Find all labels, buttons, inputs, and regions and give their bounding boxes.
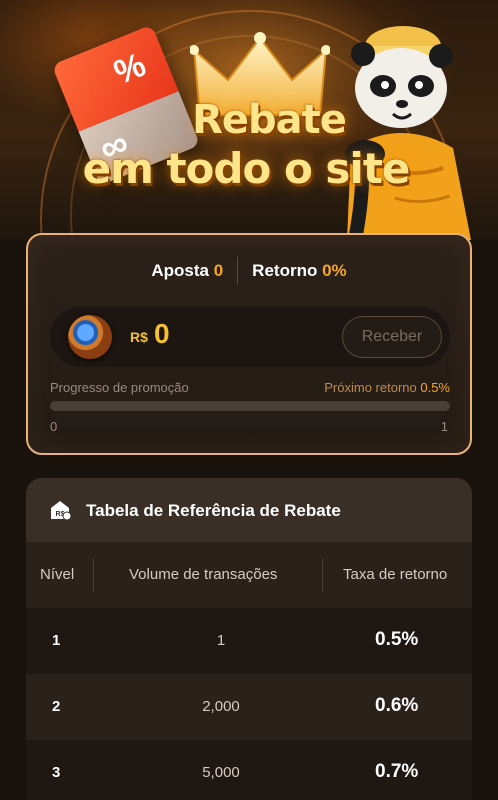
- table-column-headers: Nível Volume de transações Taxa de retor…: [26, 542, 472, 608]
- table-row: 1 1 0.5%: [26, 608, 472, 674]
- stats-divider: [237, 257, 239, 285]
- progress-label: Progresso de promoção: [50, 380, 189, 395]
- table-row: 3 5,000 0.7%: [26, 740, 472, 800]
- row-level: 1: [52, 632, 61, 649]
- column-volume: Volume de transações: [129, 566, 278, 583]
- row-rate: 0.7%: [375, 761, 419, 782]
- row-level: 3: [52, 764, 61, 781]
- next-return-label: Próximo retorno 0.5%: [324, 380, 450, 395]
- balance-currency: R$: [130, 329, 148, 345]
- promotion-progress-bar: [50, 401, 450, 411]
- rebate-reference-table: R$ Tabela de Referência de Rebate Nível …: [26, 478, 472, 800]
- table-row: 2 2,000 0.6%: [26, 674, 472, 740]
- row-volume: 2,000: [202, 698, 240, 715]
- bet-return-stats: Aposta 0 Retorno 0%: [28, 257, 470, 285]
- bet-value: 0: [213, 261, 224, 280]
- column-divider: [93, 558, 94, 592]
- hero-banner: % ∞ Rebate em todo o site: [0, 0, 498, 240]
- row-rate: 0.5%: [375, 629, 419, 650]
- row-volume: 5,000: [202, 764, 240, 781]
- column-level: Nível: [40, 566, 75, 583]
- next-return-value: 0.5%: [420, 380, 450, 395]
- next-return-text: Próximo retorno: [324, 380, 417, 395]
- progress-max: 1: [440, 419, 448, 434]
- return-value: 0%: [322, 261, 347, 280]
- bet-label: Aposta: [151, 261, 209, 280]
- column-divider: [322, 558, 323, 592]
- hero-title: Rebate em todo o site: [0, 100, 498, 190]
- hero-title-line2: em todo o site: [82, 144, 411, 193]
- balance-amount: 0: [154, 318, 170, 349]
- claim-button[interactable]: Receber: [342, 316, 442, 358]
- row-rate: 0.6%: [375, 695, 419, 716]
- rebate-balance: R$ 0 Receber: [50, 307, 450, 367]
- rebate-badge-icon: R$: [51, 501, 72, 521]
- return-label: Retorno: [252, 261, 318, 280]
- table-title: Tabela de Referência de Rebate: [86, 501, 341, 520]
- rebate-summary-card: Aposta 0 Retorno 0% R$ 0 Receber Progres…: [26, 233, 472, 455]
- coin-icon: [68, 315, 112, 359]
- column-rate: Taxa de retorno: [343, 566, 448, 583]
- progress-labels: Progresso de promoção Próximo retorno 0.…: [50, 380, 450, 396]
- table-header: R$ Tabela de Referência de Rebate: [26, 478, 472, 542]
- row-volume: 1: [216, 632, 226, 649]
- row-level: 2: [52, 698, 61, 715]
- progress-min: 0: [50, 419, 58, 434]
- hero-title-line1: Rebate: [192, 97, 347, 143]
